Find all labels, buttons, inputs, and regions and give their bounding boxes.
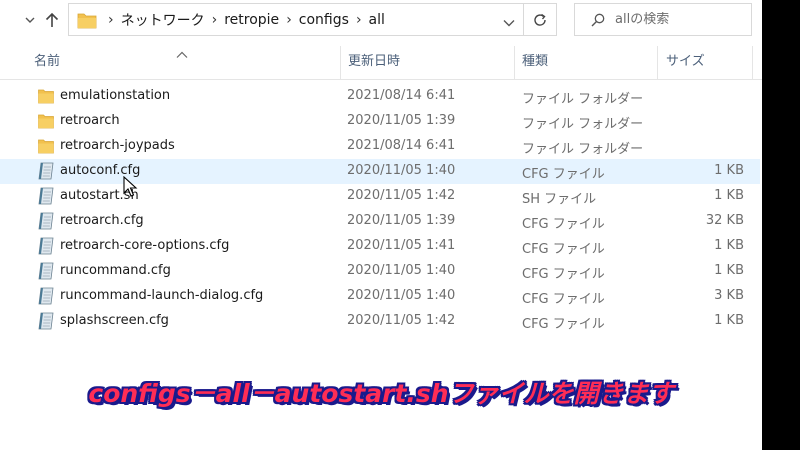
column-header-date[interactable]: 更新日時 [348,53,400,71]
file-size: 1 KB [714,263,744,278]
file-type: ファイル フォルダー [522,117,644,132]
file-name: runcommand.cfg [60,263,171,278]
file-type: CFG ファイル [522,217,605,232]
address-bar[interactable]: › ネットワーク › retropie › configs › all [68,3,524,36]
breadcrumb-separator[interactable]: › [356,12,362,28]
file-row[interactable]: retroarch-core-options.cfg 2020/11/05 1:4… [0,234,760,259]
sort-ascending-indicator [176,44,188,63]
folder-icon [38,89,54,104]
file-date: 2021/08/14 6:41 [347,138,456,153]
folder-icon [77,13,97,28]
file-date: 2020/11/05 1:40 [347,263,456,278]
recent-locations-button[interactable] [22,8,38,32]
config-file-icon [38,187,54,205]
file-name: splashscreen.cfg [60,313,169,328]
file-size: 1 KB [714,188,744,203]
file-date: 2020/11/05 1:42 [347,313,456,328]
file-explorer-window: › ネットワーク › retropie › configs › all allの… [0,0,762,450]
breadcrumb-separator[interactable]: › [286,12,292,28]
file-row[interactable]: autostart.sh 2020/11/05 1:42 SH ファイル 1 KB [0,184,760,209]
search-input[interactable] [615,12,735,27]
config-file-icon [38,237,54,255]
breadcrumb-separator: › [108,11,114,28]
refresh-icon [534,13,546,26]
config-file-icon [38,287,54,305]
file-row[interactable]: runcommand.cfg 2020/11/05 1:40 CFG ファイル 1 K… [0,259,760,284]
address-history-button[interactable] [503,12,515,31]
file-date: 2020/11/05 1:40 [347,288,456,303]
file-row[interactable]: retroarch.cfg 2020/11/05 1:39 CFG ファイル 32 K… [0,209,760,234]
folder-icon [38,139,54,154]
config-file-icon [38,212,54,230]
file-type: CFG ファイル [522,267,605,282]
file-name: runcommand-launch-dialog.cfg [60,288,264,303]
column-divider[interactable] [657,46,658,80]
breadcrumb-retropie[interactable]: retropie [224,12,279,28]
file-name: retroarch [60,113,120,128]
file-type: CFG ファイル [522,242,605,257]
column-header-name[interactable]: 名前 [34,53,60,71]
file-date: 2020/11/05 1:40 [347,163,456,178]
file-type: CFG ファイル [522,167,605,182]
file-type: ファイル フォルダー [522,142,644,157]
chevron-down-icon [25,17,35,23]
column-divider[interactable] [514,46,515,80]
search-box[interactable] [574,3,752,36]
arrow-up-icon [45,12,59,27]
chevron-down-icon [503,20,515,27]
file-row[interactable]: runcommand-launch-dialog.cfg 2020/11/05 1… [0,284,760,309]
column-header-size[interactable]: サイズ [666,53,705,71]
column-header-bar: 名前 更新日時 種類 サイズ [0,44,762,80]
mouse-cursor-icon [123,176,138,197]
file-size: 1 KB [714,238,744,253]
file-row[interactable]: emulationstation 2021/08/14 6:41 ファイル フォルダ… [0,84,760,109]
breadcrumb-network[interactable]: ネットワーク [121,10,205,30]
breadcrumb-all[interactable]: all [369,12,385,28]
file-name: retroarch-joypads [60,138,175,153]
folder-icon [38,114,54,129]
file-type: SH ファイル [522,192,597,207]
file-size: 1 KB [714,163,744,178]
file-list: emulationstation 2021/08/14 6:41 ファイル フォルダ… [0,84,762,334]
up-button[interactable] [40,8,64,32]
search-icon [591,13,605,26]
file-date: 2020/11/05 1:42 [347,188,456,203]
refresh-button[interactable] [524,3,557,36]
file-type: CFG ファイル [522,317,605,332]
config-file-icon [38,312,54,330]
file-date: 2020/11/05 1:39 [347,113,456,128]
navigation-bar: › ネットワーク › retropie › configs › all [0,0,762,40]
black-border [762,0,800,450]
file-date: 2020/11/05 1:39 [347,213,456,228]
config-file-icon [38,262,54,280]
file-size: 3 KB [714,288,744,303]
file-size: 1 KB [714,313,744,328]
file-name: retroarch.cfg [60,213,144,228]
file-row[interactable]: autoconf.cfg 2020/11/05 1:40 CFG ファイル 1 KB [0,159,760,184]
column-divider[interactable] [752,46,753,80]
file-type: CFG ファイル [522,292,605,307]
file-row[interactable]: retroarch 2020/11/05 1:39 ファイル フォルダー [0,109,760,134]
file-row[interactable]: retroarch-joypads 2021/08/14 6:41 ファイル フォル… [0,134,760,159]
file-date: 2021/08/14 6:41 [347,88,456,103]
chevron-up-icon [176,51,188,58]
column-divider[interactable] [340,46,341,80]
file-date: 2020/11/05 1:41 [347,238,456,253]
file-size: 32 KB [705,213,744,228]
file-name: retroarch-core-options.cfg [60,238,230,253]
config-file-icon [38,162,54,180]
file-type: ファイル フォルダー [522,92,644,107]
subtitle-caption: configs－all－autostart.shファイルを開きます [88,379,674,408]
breadcrumb-configs[interactable]: configs [299,12,349,28]
file-name: emulationstation [60,88,171,103]
column-header-type[interactable]: 種類 [522,53,548,71]
breadcrumb-separator[interactable]: › [212,12,218,28]
file-row[interactable]: splashscreen.cfg 2020/11/05 1:42 CFG ファイル 1… [0,309,760,334]
